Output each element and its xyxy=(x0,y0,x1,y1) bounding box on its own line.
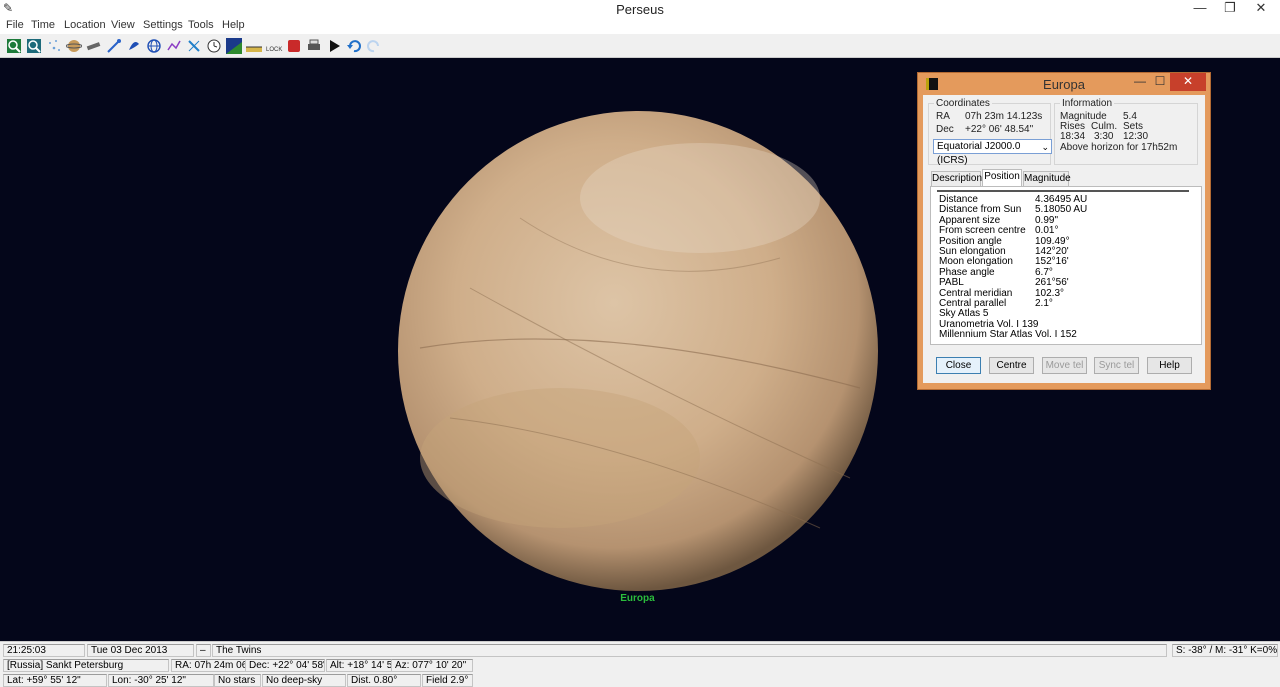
chevron-down-icon: ⌄ xyxy=(1041,142,1049,152)
globe-icon[interactable] xyxy=(146,38,162,54)
meteor-icon[interactable] xyxy=(186,38,202,54)
move-tel-button[interactable]: Move tel xyxy=(1042,357,1087,374)
menu-settings[interactable]: Settings xyxy=(143,19,183,31)
tab-position[interactable]: Position xyxy=(982,169,1022,187)
menu-view[interactable]: View xyxy=(111,19,135,31)
status-deep-sky: No deep-sky xyxy=(262,674,346,687)
stars-icon[interactable] xyxy=(46,38,62,54)
status-field: Field 2.9° xyxy=(422,674,473,687)
position-row-label: From screen centre xyxy=(939,225,1026,237)
ground-icon[interactable] xyxy=(246,38,262,54)
telescope-icon[interactable] xyxy=(86,38,102,54)
menu-bar: File Time Location View Settings Tools H… xyxy=(0,18,1280,34)
coordinate-frame-select[interactable]: Equatorial J2000.0 (ICRS) ⌄ xyxy=(933,139,1052,166)
status-bar: 21:25:03 Tue 03 Dec 2013 – The Twins S: … xyxy=(0,641,1280,687)
window-title: Perseus xyxy=(616,2,664,17)
position-row-label: Millennium Star Atlas Vol. I 152 xyxy=(939,329,1077,341)
object-info-dialog: Europa — ☐ ✕ Coordinates RA 07h 23m 14.1… xyxy=(917,72,1211,390)
dec-value: +22° 06' 48.54" xyxy=(965,124,1034,135)
menu-time[interactable]: Time xyxy=(31,19,55,31)
comet-icon[interactable] xyxy=(106,38,122,54)
tab-description[interactable]: Description xyxy=(931,171,982,186)
constellation-icon[interactable] xyxy=(166,38,182,54)
ra-value: 07h 23m 14.123s xyxy=(965,111,1043,122)
menu-help[interactable]: Help xyxy=(222,19,245,31)
culm-value: 3:30 xyxy=(1094,131,1114,142)
status-dist: Dist. 0.80° xyxy=(347,674,421,687)
clock-icon[interactable] xyxy=(206,38,222,54)
coordinates-title: Coordinates xyxy=(934,98,992,109)
status-alt: Alt: +18° 14' 50" xyxy=(326,659,392,672)
object-label: Europa xyxy=(620,593,655,604)
dialog-minimize-button[interactable]: — xyxy=(1130,73,1150,91)
minimize-button[interactable]: — xyxy=(1186,0,1214,18)
status-dash: – xyxy=(196,644,211,657)
menu-tools[interactable]: Tools xyxy=(188,19,214,31)
status-dec: Dec: +22° 04' 58" xyxy=(245,659,325,672)
dec-label: Dec xyxy=(936,124,954,135)
horizon-icon[interactable] xyxy=(226,38,242,54)
ra-label: RA xyxy=(936,111,950,122)
toolbar: LOCK xyxy=(0,35,1280,58)
status-sun-moon: S: -38° / M: -31° K=0% xyxy=(1172,644,1278,657)
position-row-label: Sky Atlas 5 xyxy=(939,308,989,320)
menu-location[interactable]: Location xyxy=(64,19,106,31)
status-date: Tue 03 Dec 2013 xyxy=(87,644,194,657)
above-horizon-text: Above horizon for 17h52m xyxy=(1060,142,1178,153)
status-constellation: The Twins xyxy=(212,644,1167,657)
position-row-label: PABL xyxy=(939,277,964,289)
orbit-icon[interactable] xyxy=(126,38,142,54)
status-time: 21:25:03 xyxy=(3,644,85,657)
lock-icon[interactable]: LOCK xyxy=(266,38,282,54)
dialog-maximize-button[interactable]: ☐ xyxy=(1150,73,1170,91)
restore-button[interactable]: ❐ xyxy=(1216,0,1244,18)
zoom-in-icon[interactable] xyxy=(6,38,22,54)
dialog-close-icon[interactable]: ✕ xyxy=(1170,73,1206,91)
tab-magnitude[interactable]: Magnitude xyxy=(1023,171,1071,186)
rises-value: 18:34 xyxy=(1060,131,1086,142)
position-row-value: 2.1° xyxy=(1035,298,1053,309)
centre-button[interactable]: Centre xyxy=(989,357,1034,374)
undo-icon[interactable] xyxy=(346,38,362,54)
position-panel: Distance 4.36495 AU Distance from Sun 5.180… xyxy=(930,186,1202,345)
help-button[interactable]: Help xyxy=(1147,357,1192,374)
position-row-value: 152°16' xyxy=(1035,256,1069,268)
close-button[interactable]: Close xyxy=(936,357,981,374)
sets-value: 12:30 xyxy=(1123,131,1149,142)
sync-tel-button[interactable]: Sync tel xyxy=(1094,357,1139,374)
position-list[interactable]: Distance 4.36495 AU Distance from Sun 5.180… xyxy=(937,190,1189,342)
planet-icon[interactable] xyxy=(66,38,82,54)
menu-file[interactable]: File xyxy=(6,19,24,31)
position-row-label: Distance from Sun xyxy=(939,204,1022,216)
zoom-out-icon[interactable] xyxy=(26,38,42,54)
title-bar: ✎ Perseus — ❐ ✕ xyxy=(0,0,1280,18)
print-icon[interactable] xyxy=(306,38,322,54)
position-row-value: 0.01° xyxy=(1035,225,1059,237)
status-location: [Russia] Sankt Petersburg xyxy=(3,659,169,672)
dialog-body: Coordinates RA 07h 23m 14.123s Dec +22° … xyxy=(923,95,1205,383)
close-window-button[interactable]: ✕ xyxy=(1242,0,1280,18)
play-icon[interactable] xyxy=(326,38,342,54)
status-az: Az: 077° 10' 20" xyxy=(391,659,473,672)
position-row-label: Moon elongation xyxy=(939,256,1013,268)
information-title: Information xyxy=(1060,98,1115,109)
redo-icon[interactable] xyxy=(366,38,382,54)
status-ra: RA: 07h 24m 06s xyxy=(171,659,246,672)
position-row-value: 5.18050 AU xyxy=(1035,204,1088,216)
position-row-value: 261°56' xyxy=(1035,277,1069,289)
status-lat: Lat: +59° 55' 12" xyxy=(3,674,107,687)
status-stars: No stars xyxy=(214,674,261,687)
status-lon: Lon: -30° 25' 12" xyxy=(108,674,214,687)
stop-icon[interactable] xyxy=(286,38,302,54)
